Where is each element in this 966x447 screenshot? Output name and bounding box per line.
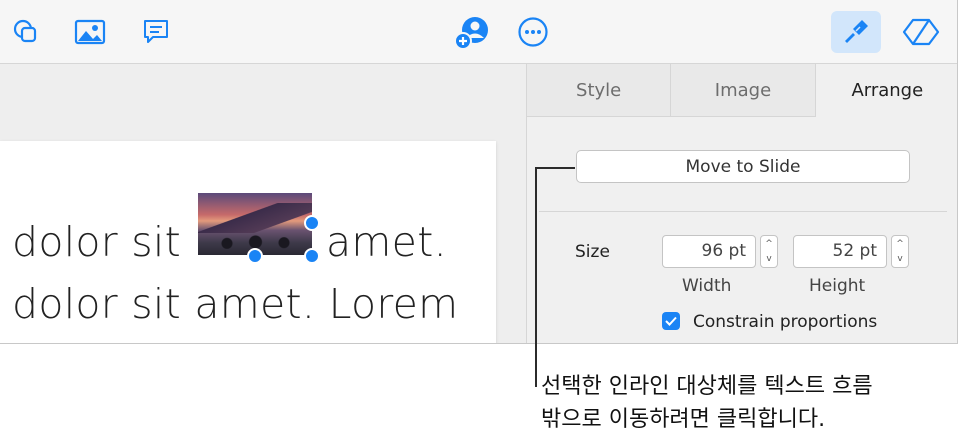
height-field[interactable]: 52 pt	[793, 235, 887, 268]
callout-text: 선택한 인라인 대상체를 텍스트 흐름 밖으로 이동하려면 클릭합니다.	[541, 370, 961, 436]
width-label: Width	[682, 276, 732, 296]
height-label: Height	[809, 276, 866, 296]
slide-text-line-1-left[interactable]: dolor sit	[12, 218, 181, 266]
checkmark-icon	[665, 316, 677, 326]
inline-image[interactable]	[198, 193, 312, 255]
image-mountain	[198, 203, 312, 233]
image-icon[interactable]	[70, 12, 110, 52]
constrain-label: Constrain proportions	[693, 312, 878, 332]
slide-text-line-2[interactable]: dolor sit amet. Lorem	[12, 280, 458, 328]
tab-style[interactable]: Style	[527, 64, 672, 117]
callout-line-connector	[535, 167, 575, 169]
document-icon[interactable]	[901, 12, 941, 52]
size-label: Size	[575, 242, 610, 262]
more-icon[interactable]	[513, 12, 553, 52]
resize-handle-top-right[interactable]	[304, 215, 320, 231]
callout-line-1: 선택한 인라인 대상체를 텍스트 흐름	[541, 374, 873, 399]
panel-tabs: Style Image Arrange	[527, 64, 957, 117]
resize-handle-bottom-right[interactable]	[304, 248, 320, 264]
divider	[539, 211, 947, 212]
format-icon[interactable]	[831, 11, 881, 53]
resize-handle-bottom-middle[interactable]	[247, 248, 263, 264]
width-stepper[interactable]: ^ v	[760, 235, 778, 268]
callout-line-2: 밖으로 이동하려면 클릭합니다.	[541, 407, 826, 432]
tab-image[interactable]: Image	[671, 64, 816, 117]
toolbar	[0, 0, 957, 64]
tab-arrange[interactable]: Arrange	[815, 64, 957, 117]
height-stepper[interactable]: ^ v	[891, 235, 909, 268]
app-window: dolor sit amet. dolor sit amet. Lorem St…	[0, 0, 958, 344]
shape-icon[interactable]	[6, 12, 46, 52]
stepper-down-icon[interactable]: v	[766, 254, 771, 264]
stepper-up-icon[interactable]: ^	[765, 239, 773, 249]
callout-line	[535, 167, 537, 387]
constrain-checkbox[interactable]	[662, 312, 680, 330]
stepper-up-icon[interactable]: ^	[896, 239, 904, 249]
collaborate-icon[interactable]	[452, 12, 492, 52]
stepper-down-icon[interactable]: v	[897, 254, 902, 264]
image-rocks	[208, 235, 303, 249]
slide-text-line-1-right[interactable]: amet.	[326, 218, 447, 266]
format-panel: Style Image Arrange Move to Slide Size 9…	[526, 64, 957, 343]
width-field[interactable]: 96 pt	[662, 235, 756, 268]
move-to-slide-button[interactable]: Move to Slide	[576, 150, 910, 183]
comment-icon[interactable]	[136, 12, 176, 52]
